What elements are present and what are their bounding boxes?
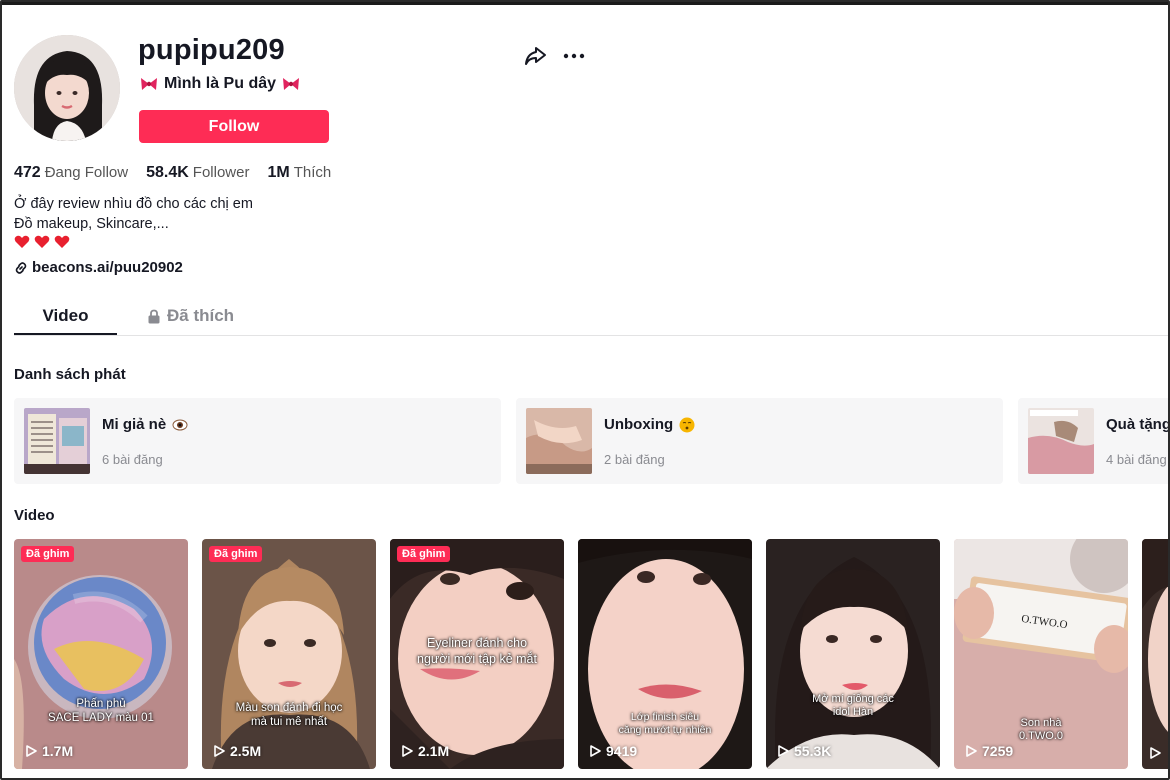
share-icon[interactable] bbox=[523, 45, 547, 67]
profile-page: pupipu209 Mình là Pu dây Follow 472 Đang … bbox=[0, 0, 1170, 780]
playlist-thumbnail bbox=[1028, 408, 1094, 474]
video-thumbnail bbox=[202, 539, 376, 769]
heart-icon bbox=[34, 235, 50, 248]
playlist-count: 6 bài đăng bbox=[102, 452, 163, 467]
play-icon bbox=[778, 745, 789, 757]
heart-icon bbox=[54, 235, 70, 248]
stat-followers[interactable]: 58.4K Follower bbox=[146, 164, 249, 182]
view-count: 7259 bbox=[966, 743, 1013, 759]
eye-icon bbox=[172, 419, 188, 430]
playlist-card[interactable]: Quà tặng 4 bài đăng bbox=[1018, 398, 1170, 484]
lock-icon bbox=[148, 309, 160, 323]
play-icon bbox=[214, 745, 225, 757]
playlist-title: Quà tặng bbox=[1106, 416, 1170, 433]
bio-link-text: beacons.ai/puu20902 bbox=[32, 259, 183, 276]
pinned-badge: Đã ghim bbox=[21, 546, 75, 562]
video-card[interactable]: Đã ghim Màu son đánh đi học mà tui mê nh… bbox=[202, 539, 376, 769]
bio-hearts bbox=[14, 235, 253, 249]
view-count: 55.3K bbox=[778, 743, 831, 759]
profile-stats: 472 Đang Follow 58.4K Follower 1M Thích bbox=[14, 164, 331, 182]
playlist-thumbnail bbox=[24, 408, 90, 474]
playlists-heading: Danh sách phát bbox=[14, 366, 126, 383]
video-overlay-text: Eyeliner đánh cho người mới tập kẻ mắt bbox=[417, 636, 537, 666]
video-overlay-text: Son nhà 0.TWO.0 bbox=[1018, 717, 1063, 742]
nickname-text: Mình là Pu dây bbox=[164, 75, 277, 92]
video-overlay-text: Mở mí giống các idol Hàn bbox=[812, 693, 894, 718]
video-card[interactable]: O.TWO.O Son nhà 0.TWO.0 7259 bbox=[954, 539, 1128, 769]
video-overlay-text: Lớp finish siêu căng mướt tự nhiên bbox=[618, 711, 712, 736]
link-icon bbox=[15, 261, 27, 274]
view-count: 2.1M bbox=[402, 743, 449, 759]
video-card[interactable]: Đã ghim Eyeliner đánh cho người mới tập … bbox=[390, 539, 564, 769]
more-options-icon[interactable] bbox=[562, 45, 586, 67]
playlist-count: 4 bài đăng bbox=[1106, 452, 1167, 467]
tab-video[interactable]: Video bbox=[14, 306, 117, 326]
bio: Ở đây review nhìu đồ cho các chị em Đồ m… bbox=[14, 195, 253, 249]
view-count: 1.7M bbox=[26, 743, 73, 759]
pinned-badge: Đã ghim bbox=[209, 546, 263, 562]
videos-heading: Video bbox=[14, 507, 55, 524]
view-count bbox=[1150, 747, 1161, 759]
nickname: Mình là Pu dây bbox=[140, 75, 300, 93]
video-card[interactable] bbox=[1142, 539, 1168, 769]
playlist-card[interactable]: Mi giả nè 6 bài đăng bbox=[14, 398, 501, 484]
play-icon bbox=[590, 745, 601, 757]
view-count: 2.5M bbox=[214, 743, 261, 759]
video-thumbnail bbox=[14, 539, 188, 769]
video-thumbnail bbox=[1142, 539, 1168, 769]
bio-link[interactable]: beacons.ai/puu20902 bbox=[14, 259, 183, 276]
bio-line: Đồ makeup, Skincare,... bbox=[14, 215, 169, 232]
bow-icon bbox=[141, 78, 157, 90]
bio-line: Ở đây review nhìu đồ cho các chị em bbox=[14, 196, 253, 212]
playlist-thumbnail bbox=[526, 408, 592, 474]
video-card[interactable]: Lớp finish siêu căng mướt tự nhiên 9419 bbox=[578, 539, 752, 769]
stat-following[interactable]: 472 Đang Follow bbox=[14, 164, 128, 182]
video-card[interactable]: Mở mí giống các idol Hàn 55.3K bbox=[766, 539, 940, 769]
video-overlay-text: Phấn phủ SACE LADY màu 01 bbox=[48, 698, 154, 724]
view-count: 9419 bbox=[590, 743, 637, 759]
video-overlay-text: Màu son đánh đi học mà tui mê nhất bbox=[235, 702, 343, 728]
top-border bbox=[2, 2, 1168, 5]
heart-icon bbox=[14, 235, 30, 248]
video-thumbnail bbox=[766, 539, 940, 769]
tab-active-indicator bbox=[14, 333, 117, 335]
play-icon bbox=[1150, 747, 1161, 759]
stat-likes: 1M Thích bbox=[267, 164, 332, 181]
bow-icon bbox=[283, 78, 300, 90]
play-icon bbox=[26, 745, 37, 757]
avatar[interactable] bbox=[14, 35, 120, 141]
video-card[interactable]: Đã ghim Phấn phủ SACE LADY màu 01 1.7M bbox=[14, 539, 188, 769]
username: pupipu209 bbox=[138, 34, 285, 66]
follow-button[interactable]: Follow bbox=[139, 110, 329, 143]
playlist-count: 2 bài đăng bbox=[604, 452, 665, 467]
profile-tabs: Video Đã thích bbox=[14, 298, 1168, 336]
tab-liked-label: Đã thích bbox=[167, 306, 235, 325]
tab-liked[interactable]: Đã thích bbox=[147, 306, 234, 326]
kiss-face-icon bbox=[679, 417, 695, 432]
pinned-badge: Đã ghim bbox=[397, 546, 451, 562]
play-icon bbox=[402, 745, 413, 757]
play-icon bbox=[966, 745, 977, 757]
playlist-title: Unboxing bbox=[604, 416, 695, 433]
playlist-title: Mi giả nè bbox=[102, 416, 188, 433]
playlist-card[interactable]: Unboxing 2 bài đăng bbox=[516, 398, 1003, 484]
